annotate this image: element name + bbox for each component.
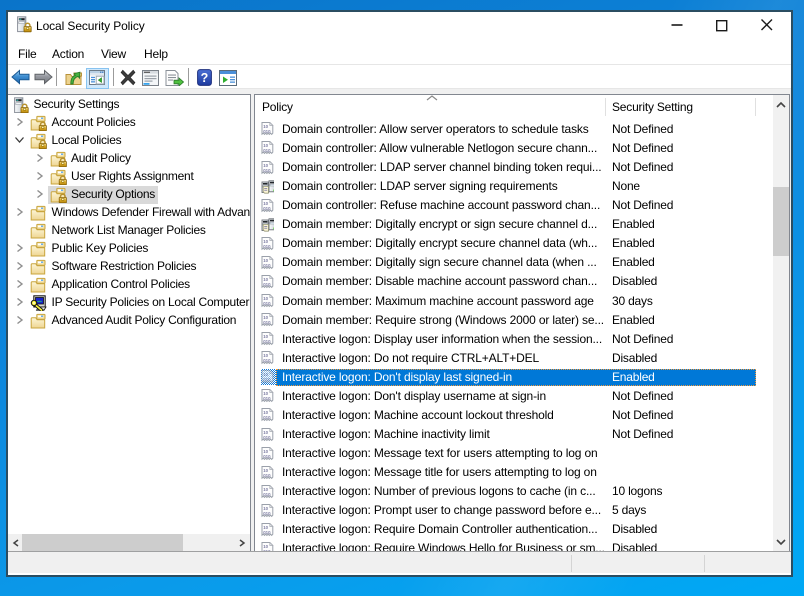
- svg-text:?: ?: [201, 71, 209, 85]
